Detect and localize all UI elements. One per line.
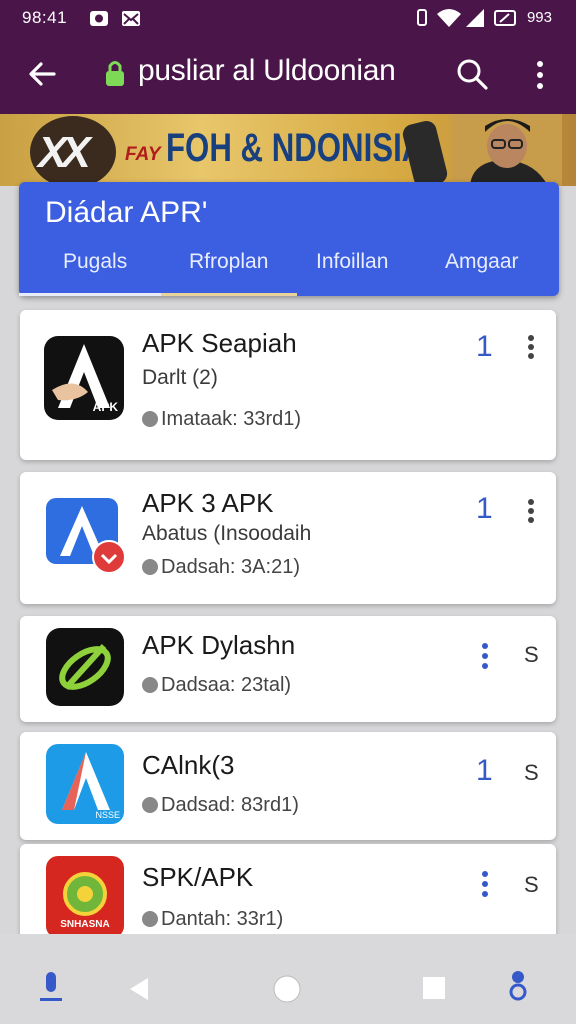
tab-rfroplan[interactable]: Rfroplan bbox=[189, 250, 268, 274]
tab-bar: Pugals Rfroplan Infoillan Amgaar bbox=[19, 244, 559, 296]
app-meta-text: Dadsah: 3A:21) bbox=[161, 556, 300, 578]
app-meta: Dantah: 33r1) bbox=[142, 908, 283, 931]
app-meta: Dadsaa: 23tal) bbox=[142, 674, 291, 697]
app-meta-text: Dadsad: 83rd1) bbox=[161, 794, 299, 816]
location-icon[interactable] bbox=[506, 968, 530, 1002]
info-icon bbox=[142, 559, 158, 575]
app-name: CAlnk(3 bbox=[142, 750, 235, 780]
back-nav-icon[interactable] bbox=[126, 976, 152, 1002]
app-icon-label: NSSE bbox=[95, 810, 120, 820]
app-subtitle: Darlt (2) bbox=[142, 366, 218, 389]
app-meta: Dadsad: 83rd1) bbox=[142, 794, 299, 817]
info-icon bbox=[142, 911, 158, 927]
info-icon bbox=[142, 677, 158, 693]
microphone-icon[interactable] bbox=[38, 970, 64, 1004]
badge-icon bbox=[92, 540, 126, 574]
banner-small-text: FAY bbox=[125, 144, 161, 165]
tab-indicator-secondary bbox=[161, 293, 297, 296]
vibrate-icon bbox=[417, 9, 427, 26]
mail-notification-icon bbox=[122, 11, 140, 26]
list-item[interactable]: APK Dylashn Dadsaa: 23tal) S bbox=[20, 616, 556, 722]
lock-icon bbox=[106, 61, 124, 86]
system-navigation-bar bbox=[0, 934, 576, 1024]
s-icon[interactable]: S bbox=[524, 760, 539, 786]
status-time: 98:41 bbox=[22, 8, 68, 27]
more-vert-icon[interactable] bbox=[526, 334, 536, 360]
banner-headline: FOH & NDONISIA bbox=[166, 126, 425, 170]
battery-percentage: 993 bbox=[526, 9, 552, 26]
signal-icon bbox=[466, 9, 484, 27]
search-icon[interactable] bbox=[455, 57, 489, 91]
banner-logo-text: XX bbox=[38, 128, 91, 177]
app-subtitle: Abatus (Insoodaih bbox=[142, 522, 312, 545]
status-bar: 98:41 993 bbox=[0, 0, 576, 36]
app-icon-apk-dylashn bbox=[46, 628, 124, 706]
home-nav-icon[interactable] bbox=[272, 974, 302, 1004]
info-icon bbox=[142, 797, 158, 813]
more-vert-icon-blue[interactable] bbox=[480, 870, 490, 898]
active-tab-indicator bbox=[19, 293, 161, 296]
app-name: SPK/APK bbox=[142, 862, 254, 892]
url-text[interactable]: pusliar al Uldoonian bbox=[138, 54, 396, 88]
page-title: Diádar APR' bbox=[45, 196, 208, 229]
app-name: APK 3 APK bbox=[142, 488, 274, 518]
browser-toolbar: pusliar al Uldoonian bbox=[0, 36, 576, 114]
battery-icon bbox=[494, 10, 516, 26]
tab-pugals[interactable]: Pugals bbox=[63, 250, 127, 274]
tab-amgaar[interactable]: Amgaar bbox=[445, 250, 519, 274]
recents-nav-icon[interactable] bbox=[422, 976, 446, 1000]
tab-infoillan[interactable]: Infoillan bbox=[316, 250, 388, 274]
app-meta-text: Dadsaa: 23tal) bbox=[161, 674, 292, 696]
app-name: APK Seapiah bbox=[142, 328, 297, 358]
app-count: 1 bbox=[476, 330, 493, 363]
banner-device-image bbox=[400, 118, 450, 186]
more-vert-icon-blue[interactable] bbox=[480, 642, 490, 670]
app-icon-apk-seapiah: APK bbox=[44, 336, 124, 420]
camera-notification-icon bbox=[90, 11, 108, 26]
app-count: 1 bbox=[476, 492, 493, 525]
list-item[interactable]: NSSE CAlnk(3 Dadsad: 83rd1) 1 S bbox=[20, 732, 556, 840]
more-vert-icon[interactable] bbox=[526, 498, 536, 524]
app-count: 1 bbox=[476, 754, 493, 787]
app-meta-text: Dantah: 33r1) bbox=[161, 908, 284, 930]
app-icon-label: APK bbox=[92, 400, 118, 414]
list-item[interactable]: APK 3 APK Abatus (Insoodaih Dadsah: 3A:2… bbox=[20, 472, 556, 604]
s-icon[interactable]: S bbox=[524, 872, 539, 898]
banner-person-image bbox=[452, 114, 562, 186]
app-icon-spk-apk: SNHASNA bbox=[46, 856, 124, 938]
app-name: APK Dylashn bbox=[142, 630, 296, 660]
s-icon[interactable]: S bbox=[524, 642, 539, 668]
app-meta: Imataak: 33rd1) bbox=[142, 408, 301, 431]
more-vert-icon[interactable] bbox=[528, 58, 552, 92]
app-meta-text: Imataak: 33rd1) bbox=[161, 408, 302, 430]
app-icon-label: SNHASNA bbox=[60, 919, 110, 930]
app-icon-calnk: NSSE bbox=[46, 744, 124, 824]
info-icon bbox=[142, 411, 158, 427]
arrow-left-icon[interactable] bbox=[26, 58, 58, 90]
promo-banner[interactable]: XX FAY FOH & NDONISIA bbox=[0, 114, 576, 186]
page-header: Diádar APR' Pugals Rfroplan Infoillan Am… bbox=[19, 182, 559, 296]
list-item[interactable]: APK APK Seapiah Darlt (2) Imataak: 33rd1… bbox=[20, 310, 556, 460]
wifi-icon bbox=[437, 9, 461, 27]
app-meta: Dadsah: 3A:21) bbox=[142, 556, 300, 579]
